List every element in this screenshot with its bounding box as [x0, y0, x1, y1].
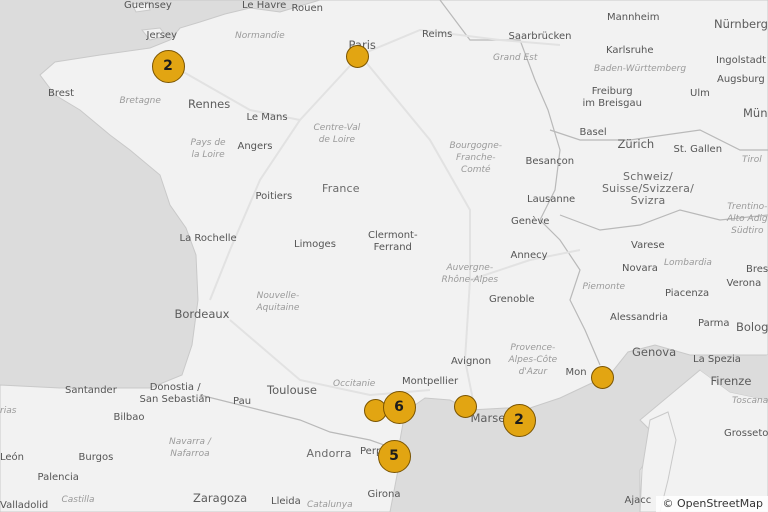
label-ulm: Ulm: [690, 88, 710, 99]
cluster-marker-perpignan[interactable]: 5: [377, 439, 411, 473]
map[interactable]: GuernseyJerseyLe HavreRouenNormandiePari…: [0, 0, 768, 512]
label-centre: Centre-Val de Loire: [313, 123, 361, 145]
label-burgos: Burgos: [78, 452, 114, 463]
label-piemonte: Piemonte: [582, 282, 626, 292]
label-trentino: Trentino- Alto Adig Südtiro: [727, 202, 768, 236]
label-nouvelle: Nouvelle- Aquitaine: [256, 291, 300, 313]
label-zurich: Zürich: [617, 137, 655, 151]
label-saarbrucken: Saarbrücken: [508, 31, 572, 42]
label-santander: Santander: [65, 385, 117, 396]
label-firenze: Firenze: [710, 374, 752, 388]
label-girona: Girona: [367, 489, 401, 500]
label-le-mans: Le Mans: [246, 112, 288, 123]
label-ajaccio: Ajacc: [624, 495, 652, 506]
label-besancon: Besançon: [525, 156, 575, 167]
label-angers: Angers: [237, 141, 273, 152]
label-valladolid: Valladolid: [0, 500, 49, 511]
label-parma: Parma: [698, 318, 730, 329]
label-palencia: Palencia: [37, 472, 79, 483]
label-bologna: Bolog: [736, 320, 768, 334]
cluster-marker-monaco[interactable]: [590, 365, 614, 389]
label-marseille: Marse: [470, 411, 506, 425]
label-augsburg: Augsburg: [717, 74, 765, 85]
label-catalunya: Catalunya: [307, 500, 353, 510]
label-mannheim: Mannheim: [607, 12, 660, 23]
label-monaco: Mon: [565, 367, 587, 378]
label-limoges: Limoges: [294, 239, 336, 250]
label-castilla: Castilla: [61, 495, 95, 505]
label-jersey: Jersey: [146, 30, 178, 41]
label-varese: Varese: [631, 240, 665, 251]
label-asturias: rias: [0, 406, 17, 416]
label-basel: Basel: [579, 127, 607, 138]
label-normandie: Normandie: [235, 31, 285, 41]
label-alessandria: Alessandria: [610, 312, 669, 323]
label-reims: Reims: [422, 29, 453, 40]
label-poitiers: Poitiers: [255, 191, 293, 202]
label-grand-est: Grand Est: [493, 53, 538, 63]
cluster-marker-marseille[interactable]: 2: [502, 403, 536, 437]
label-lausanne: Lausanne: [527, 194, 576, 205]
label-le-havre: Le Havre: [242, 0, 287, 11]
label-annecy: Annecy: [510, 250, 548, 261]
label-provence: Provence- Alpes-Côte d'Azur: [508, 343, 558, 377]
label-bretagne: Bretagne: [119, 96, 161, 106]
label-grenoble: Grenoble: [489, 294, 535, 305]
label-zaragoza: Zaragoza: [193, 491, 248, 505]
label-donostia: Donostia / San Sebastián: [139, 382, 211, 405]
label-grosseto: Grosseto: [724, 428, 768, 439]
label-genova: Genova: [632, 345, 677, 359]
label-geneve: Genève: [511, 216, 550, 227]
label-mun: Mün: [743, 106, 768, 120]
label-freiburg: Freiburg im Breisgau: [582, 86, 642, 109]
label-st-gallen: St. Gallen: [673, 144, 723, 155]
label-schweiz: Schweiz/Suisse/Svizzera/Svizra: [602, 170, 694, 207]
label-leon: León: [0, 452, 25, 463]
label-navarra: Navarra / Nafarroa: [169, 437, 211, 459]
map-basemap: [0, 0, 768, 512]
label-toscana: Toscana: [732, 396, 768, 406]
label-pau: Pau: [233, 396, 252, 407]
cluster-marker-marseille-west[interactable]: [453, 394, 477, 418]
cluster-marker-paris[interactable]: [345, 44, 369, 68]
label-la-spezia: La Spezia: [693, 354, 741, 365]
label-baden: Baden-Württemberg: [594, 64, 687, 74]
label-nurnberg: Nürnberg: [714, 17, 768, 31]
label-la-rochelle: La Rochelle: [179, 233, 237, 244]
label-montpellier: Montpellier: [402, 376, 459, 387]
label-france: France: [322, 182, 360, 195]
label-andorra: Andorra: [306, 447, 352, 460]
label-tirol: Tirol: [742, 155, 762, 165]
label-occitanie: Occitanie: [333, 379, 376, 389]
label-guernsey: Guernsey: [124, 0, 172, 11]
label-verona: Verona: [726, 278, 762, 289]
label-rennes: Rennes: [188, 97, 231, 111]
label-pays-loire: Pays de la Loire: [190, 138, 226, 160]
label-clermont: Clermont- Ferrand: [368, 230, 418, 253]
label-bilbao: Bilbao: [113, 412, 145, 423]
cluster-marker-narbonne[interactable]: 6: [382, 390, 416, 424]
label-karlsruhe: Karlsruhe: [606, 45, 654, 56]
label-avignon: Avignon: [451, 356, 492, 367]
label-ingolstadt: Ingolstadt: [716, 55, 767, 66]
label-toulouse: Toulouse: [267, 383, 317, 397]
label-brescia: Bres: [746, 264, 768, 275]
cluster-marker-brittany[interactable]: 2: [151, 49, 185, 83]
map-attribution[interactable]: © OpenStreetMap: [656, 496, 768, 512]
label-lleida: Lleida: [271, 496, 301, 507]
label-auvergne: Auvergne- Rhône-Alpes: [441, 263, 499, 285]
label-rouen: Rouen: [291, 3, 323, 14]
label-bourgogne: Bourgogne- Franche- Comté: [449, 141, 503, 175]
label-piacenza: Piacenza: [665, 288, 710, 299]
label-brest: Brest: [48, 88, 75, 99]
label-lombardia: Lombardia: [664, 258, 712, 268]
label-novara: Novara: [622, 263, 658, 274]
label-bordeaux: Bordeaux: [174, 307, 230, 321]
